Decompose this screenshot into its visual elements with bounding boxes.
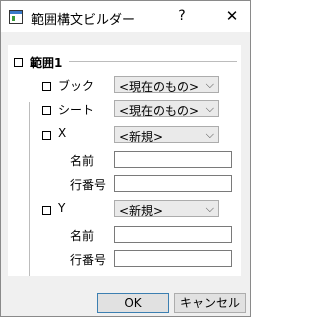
y-checkbox[interactable] [42,206,51,215]
y-name-field[interactable] [114,226,232,243]
range-syntax-builder-dialog: 範囲構文ビルダー ? ✕ 範囲1 ブック <現在のもの> ⌵ シート <現在のも… [0,0,251,317]
chevron-down-icon: ⌵ [205,102,214,115]
y-row-label: 行番号 [70,253,107,267]
y-row-field[interactable] [114,250,232,267]
chevron-down-icon: ⌵ [205,128,214,141]
app-window-icon [9,10,23,24]
x-name-label: 名前 [70,154,95,168]
cancel-button[interactable]: キャンセル [174,293,246,313]
book-dropdown[interactable]: <現在のもの> ⌵ [114,76,219,94]
x-dropdown[interactable]: <新規> ⌵ [114,126,219,144]
close-button[interactable]: ✕ [221,6,243,26]
range-checkbox[interactable] [14,58,23,67]
x-name-field[interactable] [114,151,232,168]
title-bar: 範囲構文ビルダー ? ✕ [1,1,250,32]
chevron-down-icon: ⌵ [205,202,214,215]
y-name-label: 名前 [70,229,95,243]
book-checkbox[interactable] [42,82,51,91]
help-button[interactable]: ? [171,6,193,26]
x-row-label: 行番号 [70,178,107,192]
sheet-label: シート [58,103,95,117]
x-checkbox[interactable] [42,131,51,140]
chevron-down-icon: ⌵ [205,78,214,91]
sheet-dropdown[interactable]: <現在のもの> ⌵ [114,100,219,118]
window-title: 範囲構文ビルダー [31,13,136,28]
y-label: Y [58,201,66,215]
sheet-checkbox[interactable] [42,106,51,115]
tree-connector-line [29,102,30,276]
book-dropdown-value: <現在のもの> [119,80,200,94]
y-dropdown-value: <新規> [119,204,164,218]
sheet-dropdown-value: <現在のもの> [119,104,200,118]
y-dropdown[interactable]: <新規> ⌵ [114,200,219,218]
range-tree-panel: 範囲1 ブック <現在のもの> ⌵ シート <現在のもの> ⌵ X <新規> ⌵… [8,45,241,276]
tree-header-line [69,61,237,62]
ok-button[interactable]: OK [97,293,169,313]
x-label: X [58,126,67,140]
x-row-field[interactable] [114,175,232,192]
range-label: 範囲1 [30,56,63,70]
x-dropdown-value: <新規> [119,130,164,144]
book-label: ブック [58,79,95,93]
